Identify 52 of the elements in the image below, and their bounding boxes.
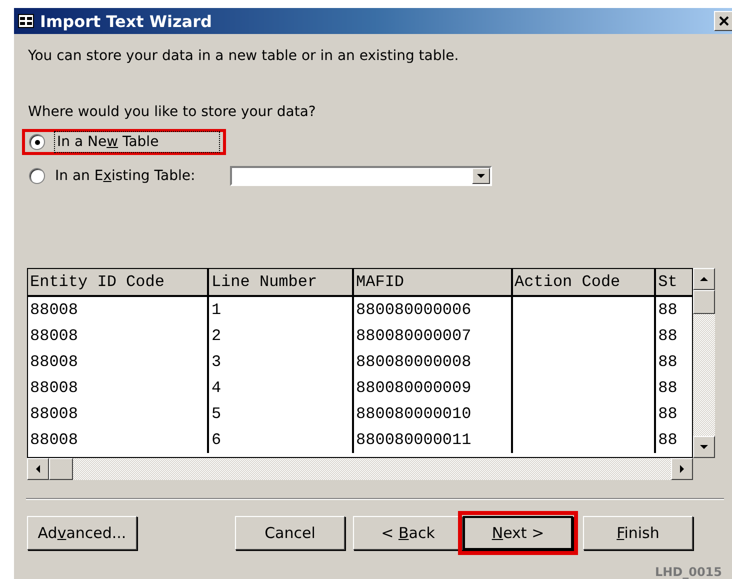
wizard-button[interactable]: Advanced... [27,516,137,550]
wizard-button[interactable]: < Back [353,516,463,550]
wizard-button[interactable]: Cancel [235,516,345,550]
table-cell: 880080000006 [354,297,513,323]
table-cell: 5 [209,401,354,427]
column-header: Line Number [209,269,354,295]
table-cell: 1 [209,297,354,323]
scrollbar-thumb[interactable] [693,290,715,314]
down-arrow-icon [700,444,708,450]
table-dropdown[interactable] [230,166,492,186]
table-cell: 880080000009 [354,375,513,401]
table-cell: 880080000008 [354,349,513,375]
document-id: LHD_0015 [654,565,722,579]
column-header: St [657,272,678,293]
table-cell: 3 [209,349,354,375]
column-header: MAFID [354,269,513,295]
left-arrow-icon [36,465,40,473]
table-cell: 88008 [28,375,210,401]
intro-text: You can store your data in a new table or in an existing table. [28,48,460,64]
window-title: Import Text Wizard [40,12,212,30]
radio-option[interactable]: In an Existing Table: [22,165,202,187]
question-text: Where would you like to store your data? [28,104,317,120]
close-button[interactable] [714,11,732,31]
table-cell-text: 88 [657,378,678,399]
close-icon [719,16,729,26]
vertical-scrollbar[interactable] [693,268,715,458]
table-cell-text: 88 [657,326,678,347]
table-cell: 2 [209,323,354,349]
right-arrow-icon [680,465,684,473]
wizard-button[interactable]: Finish [583,516,693,550]
scrollbar-thumb[interactable] [49,458,73,480]
dropdown-arrow-icon [477,174,486,178]
column-header: Action Code [512,269,656,295]
table-cell-text: 88 [657,352,678,373]
table-cell-text: 88 [657,404,678,425]
table-cell: 880080000007 [354,323,513,349]
table-cell: 88008 [28,427,210,453]
column-header: Entity ID Code [28,269,210,295]
radio-option[interactable]: In a New Table [22,129,226,155]
table-cell: 88008 [28,349,210,375]
table-cell-text: 88 [657,300,678,321]
horizontal-scrollbar[interactable] [27,458,693,480]
table-cell: 880080000011 [354,427,513,453]
table-cell-text: 88 [657,430,678,451]
up-arrow-icon [700,276,708,282]
table-cell: 4 [209,375,354,401]
table-cell: 88008 [28,401,210,427]
table-icon [18,14,34,28]
table-cell: 88008 [28,297,210,323]
table-cell: 880080000010 [354,401,513,427]
table-cell: 6 [209,427,354,453]
table-cell: 88008 [28,323,210,349]
